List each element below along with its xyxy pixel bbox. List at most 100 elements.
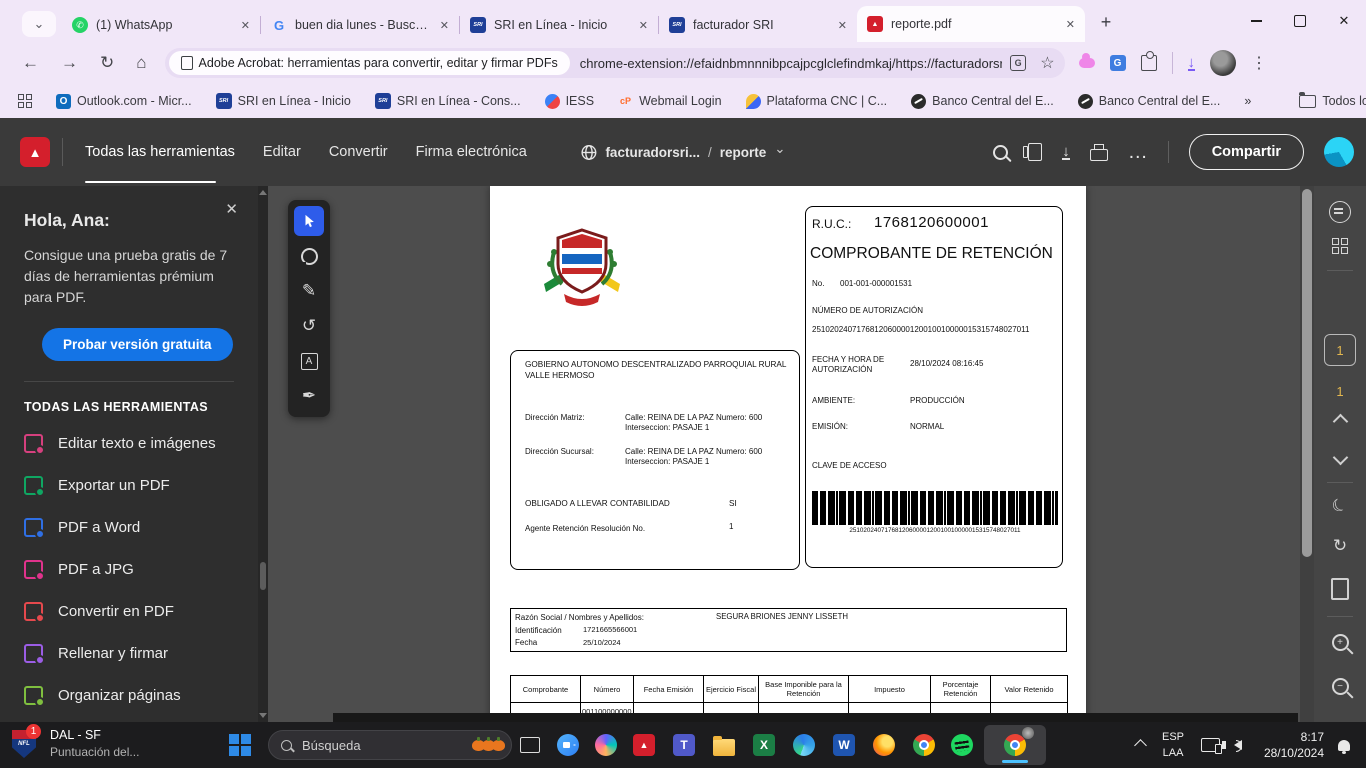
close-icon[interactable]: ✕ bbox=[440, 19, 449, 32]
taskbar-search[interactable]: Búsqueda bbox=[268, 730, 512, 760]
tray-overflow-button[interactable] bbox=[1128, 733, 1152, 757]
pdf-scrollbar[interactable] bbox=[1300, 186, 1314, 722]
teams-taskbar-button[interactable]: T bbox=[672, 733, 696, 757]
search-icon[interactable] bbox=[993, 145, 1008, 160]
rotate-page-icon[interactable]: ↻ bbox=[1333, 536, 1347, 556]
omnibox[interactable]: Adobe Acrobat: herramientas para convert… bbox=[165, 48, 1065, 78]
task-view-button[interactable] bbox=[518, 733, 542, 757]
previous-page-icon[interactable] bbox=[1332, 414, 1348, 430]
chat-button[interactable] bbox=[556, 733, 580, 757]
reload-icon[interactable]: ↻ bbox=[100, 53, 114, 73]
close-icon[interactable]: ✕ bbox=[639, 19, 648, 32]
extensions-puzzle-icon[interactable] bbox=[1141, 55, 1157, 71]
breadcrumb-site[interactable]: facturadorsri... bbox=[605, 145, 700, 160]
page-thumbnails-icon[interactable] bbox=[1332, 238, 1348, 254]
next-page-icon[interactable] bbox=[1332, 450, 1348, 466]
language-indicator[interactable]: ESP LAA bbox=[1162, 729, 1184, 761]
bookmark-sri-consultas[interactable]: SRISRI en Línea - Cons... bbox=[375, 93, 521, 109]
start-button[interactable] bbox=[228, 733, 252, 757]
close-icon[interactable]: ✕ bbox=[838, 19, 847, 32]
comment-tool[interactable] bbox=[294, 241, 324, 271]
acrobat-logo-icon[interactable]: ▲ bbox=[20, 137, 50, 167]
word-button[interactable]: W bbox=[832, 733, 856, 757]
chevron-down-icon[interactable]: ⌄ bbox=[774, 141, 785, 157]
select-tool[interactable] bbox=[294, 206, 324, 236]
bookmark-banco-central-2[interactable]: Banco Central del E... bbox=[1078, 94, 1221, 109]
spotify-button[interactable] bbox=[950, 733, 974, 757]
share-button[interactable]: Compartir bbox=[1189, 134, 1304, 170]
excel-button[interactable]: X bbox=[752, 733, 776, 757]
download-icon[interactable]: ↓ bbox=[1062, 145, 1070, 160]
menu-convertir[interactable]: Convertir bbox=[329, 144, 388, 160]
bookmark-webmail[interactable]: cPWebmail Login bbox=[618, 94, 721, 109]
tab-facturador-sri[interactable]: SRI facturador SRI ✕ bbox=[659, 8, 857, 42]
bookmark-iess[interactable]: IESS bbox=[545, 94, 595, 109]
tool-rellenar-firmar[interactable]: Rellenar y firmar bbox=[24, 632, 234, 674]
highlight-tool[interactable]: ✎ bbox=[294, 276, 324, 306]
free-trial-button[interactable]: Probar versión gratuita bbox=[42, 328, 233, 361]
firefox-button[interactable] bbox=[872, 733, 896, 757]
add-text-tool[interactable]: A bbox=[294, 346, 324, 376]
sign-tool[interactable]: ✒ bbox=[294, 381, 324, 411]
bookmark-outlook[interactable]: OOutlook.com - Micr... bbox=[56, 94, 192, 109]
bookmark-star-icon[interactable]: ☆ bbox=[1040, 53, 1054, 73]
translate-icon[interactable]: G bbox=[1010, 55, 1026, 71]
close-icon[interactable]: ✕ bbox=[225, 200, 238, 218]
widget-title[interactable]: DAL - SF bbox=[50, 728, 101, 742]
scrollbar-thumb[interactable] bbox=[260, 562, 266, 590]
all-bookmarks-button[interactable]: Todos los marcadores bbox=[1299, 94, 1366, 108]
chrome-button[interactable] bbox=[912, 733, 936, 757]
tool-exportar-pdf[interactable]: Exportar un PDF bbox=[24, 464, 234, 506]
downloads-icon[interactable]: ↓ bbox=[1188, 56, 1196, 71]
bookmark-sri-inicio[interactable]: SRISRI en Línea - Inicio bbox=[216, 93, 351, 109]
extension-pink-icon[interactable] bbox=[1079, 58, 1095, 68]
scroll-up-icon[interactable] bbox=[259, 190, 267, 195]
breadcrumb-file[interactable]: reporte bbox=[720, 145, 767, 160]
menu-todas-las-herramientas[interactable]: Todas las herramientas bbox=[85, 144, 235, 160]
menu-editar[interactable]: Editar bbox=[263, 144, 301, 160]
maximize-button[interactable] bbox=[1278, 0, 1322, 42]
clock[interactable]: 8:17 28/10/2024 bbox=[1252, 729, 1324, 761]
lasso-tool[interactable]: ↺ bbox=[294, 311, 324, 341]
close-icon[interactable]: ✕ bbox=[1066, 18, 1075, 31]
pages-panel-icon[interactable] bbox=[1028, 143, 1042, 161]
widget-subtitle[interactable]: Puntuación del... bbox=[50, 745, 139, 759]
tab-google-search[interactable]: G buen dia lunes - Buscar con ✕ bbox=[261, 8, 459, 42]
close-window-button[interactable]: ✕ bbox=[1322, 0, 1366, 42]
forward-icon[interactable]: → bbox=[61, 53, 78, 73]
zoom-out-icon[interactable]: − bbox=[1332, 678, 1349, 695]
fit-page-icon[interactable] bbox=[1331, 578, 1349, 600]
dark-mode-icon[interactable]: ☾ bbox=[1329, 494, 1351, 519]
tab-search-button[interactable]: ⌄ bbox=[22, 11, 56, 37]
scroll-down-icon[interactable] bbox=[259, 713, 267, 718]
tool-organizar-paginas[interactable]: Organizar páginas bbox=[24, 674, 234, 716]
bookmarks-overflow-icon[interactable]: » bbox=[1244, 94, 1251, 108]
chrome-active-button[interactable] bbox=[984, 725, 1046, 765]
print-icon[interactable] bbox=[1090, 149, 1108, 161]
tool-pdf-a-word[interactable]: PDF a Word bbox=[24, 506, 234, 548]
zoom-in-icon[interactable]: + bbox=[1332, 634, 1349, 651]
edge-button[interactable] bbox=[792, 733, 816, 757]
tool-convertir-pdf[interactable]: Convertir en PDF bbox=[24, 590, 234, 632]
more-options-icon[interactable]: … bbox=[1128, 148, 1148, 156]
minimize-button[interactable] bbox=[1234, 0, 1278, 42]
profile-avatar[interactable] bbox=[1210, 50, 1236, 76]
back-icon[interactable]: ← bbox=[22, 53, 39, 73]
tab-whatsapp[interactable]: ✆ (1) WhatsApp ✕ bbox=[62, 8, 260, 42]
google-translate-extension-icon[interactable]: G bbox=[1110, 55, 1126, 71]
home-icon[interactable]: ⌂ bbox=[136, 53, 146, 73]
menu-firma-electronica[interactable]: Firma electrónica bbox=[416, 144, 527, 160]
tab-reporte-pdf-active[interactable]: ▲ reporte.pdf ✕ bbox=[857, 6, 1085, 42]
browser-menu-icon[interactable]: ⋮ bbox=[1251, 53, 1267, 73]
file-explorer-button[interactable] bbox=[712, 733, 736, 757]
new-tab-button[interactable]: + bbox=[1091, 7, 1121, 37]
current-page-indicator[interactable]: 1 bbox=[1324, 334, 1356, 366]
cast-button[interactable] bbox=[1198, 733, 1222, 757]
volume-button[interactable] bbox=[1226, 733, 1250, 757]
sidebar-scrollbar[interactable] bbox=[258, 186, 268, 722]
scrollbar-thumb[interactable] bbox=[1302, 189, 1312, 557]
bookmark-banco-central-1[interactable]: Banco Central del E... bbox=[911, 94, 1054, 109]
bookmark-cnc[interactable]: Plataforma CNC | C... bbox=[746, 94, 888, 109]
notifications-button[interactable] bbox=[1332, 733, 1356, 757]
copilot-button[interactable] bbox=[594, 733, 618, 757]
